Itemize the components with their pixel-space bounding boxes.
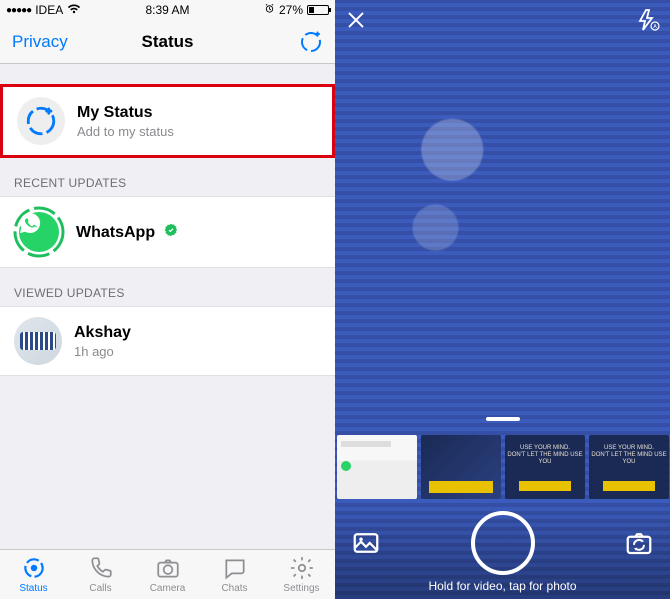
my-status-subtitle: Add to my status [77, 124, 174, 139]
close-icon[interactable] [345, 9, 367, 31]
gallery-thumb[interactable]: USE YOUR MIND. DON'T LET THE MIND USE YO… [505, 435, 585, 499]
tab-camera[interactable]: Camera [134, 550, 201, 599]
tab-bar: Status Calls Camera Chats Settings [0, 549, 335, 599]
signal-icon: ●●●●● [6, 5, 31, 16]
my-status-title: My Status [77, 104, 174, 122]
switch-camera-icon[interactable] [624, 528, 654, 558]
whatsapp-avatar-icon [19, 212, 59, 252]
thumb-text: DON'T LET THE MIND USE YOU [589, 452, 669, 466]
viewed-item-akshay[interactable]: Akshay 1h ago [0, 306, 335, 376]
gallery-thumb[interactable] [337, 435, 417, 499]
thumb-text: USE YOUR MIND. [505, 445, 585, 452]
gallery-drawer-handle[interactable] [486, 417, 520, 421]
gallery-icon[interactable] [351, 528, 381, 558]
tab-label: Chats [221, 583, 247, 594]
verified-badge-icon [164, 224, 178, 241]
recent-updates-header: RECENT UPDATES [0, 158, 335, 196]
battery-icon [307, 5, 329, 15]
privacy-link[interactable]: Privacy [12, 32, 68, 52]
camera-hint-label: Hold for video, tap for photo [335, 579, 670, 593]
flash-auto-icon[interactable]: A [636, 8, 660, 32]
thumb-text: DON'T LET THE MIND USE YOU [505, 452, 585, 466]
my-status-row[interactable]: My Status Add to my status [0, 84, 335, 158]
tab-label: Settings [283, 583, 319, 594]
alarm-icon [264, 3, 275, 17]
status-screen: ●●●●● IDEA 8:39 AM 27% Privacy Status My… [0, 0, 335, 599]
ios-status-bar: ●●●●● IDEA 8:39 AM 27% [0, 0, 335, 20]
tab-label: Camera [150, 583, 186, 594]
tab-status[interactable]: Status [0, 550, 67, 599]
carrier-label: IDEA [35, 3, 63, 17]
recent-item-whatsapp[interactable]: WhatsApp [0, 196, 335, 268]
wifi-icon [67, 3, 81, 17]
viewed-updates-header: VIEWED UPDATES [0, 268, 335, 306]
viewed-item-name: Akshay [74, 324, 131, 342]
gallery-thumb-strip[interactable]: USE YOUR MIND. DON'T LET THE MIND USE YO… [335, 435, 670, 501]
nav-bar: Privacy Status [0, 20, 335, 64]
thumb-text: USE YOUR MIND. [589, 445, 669, 452]
my-status-avatar [17, 97, 65, 145]
tab-chats[interactable]: Chats [201, 550, 268, 599]
status-ring-icon [14, 207, 64, 257]
gallery-thumb[interactable] [421, 435, 501, 499]
viewed-avatar [14, 317, 62, 365]
battery-pct-label: 27% [279, 3, 303, 17]
shutter-button[interactable] [471, 511, 535, 575]
camera-screen: A USE YOUR MIND. DON'T LET THE MIND USE … [335, 0, 670, 599]
recent-item-name-text: WhatsApp [76, 224, 155, 241]
viewed-item-time: 1h ago [74, 344, 131, 359]
tab-settings[interactable]: Settings [268, 550, 335, 599]
tab-label: Calls [89, 583, 111, 594]
compose-status-icon[interactable] [299, 30, 323, 54]
tab-label: Status [19, 583, 47, 594]
gallery-thumb[interactable]: USE YOUR MIND. DON'T LET THE MIND USE YO… [589, 435, 669, 499]
recent-item-name: WhatsApp [76, 223, 178, 242]
tab-calls[interactable]: Calls [67, 550, 134, 599]
